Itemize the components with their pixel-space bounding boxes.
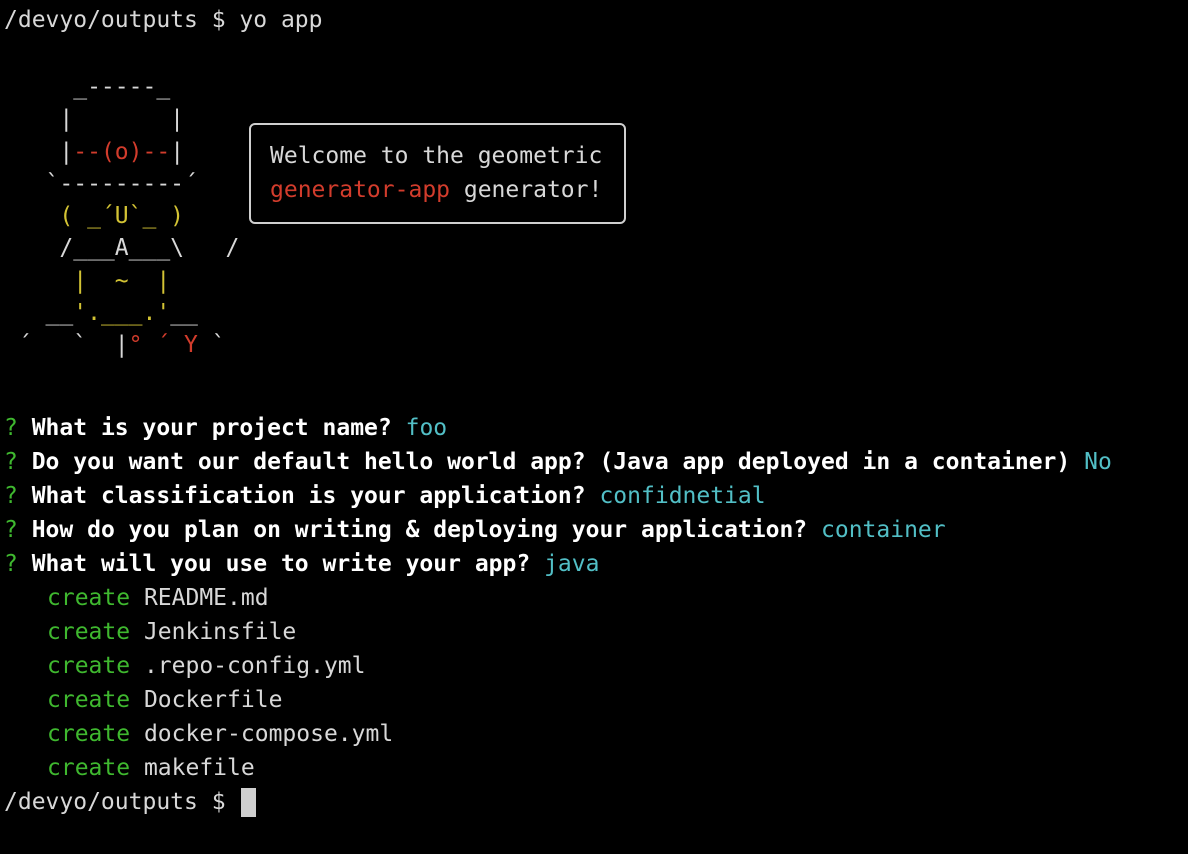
question-line: ? What is your project name? foo bbox=[4, 411, 1112, 445]
command-line: /devyo/outputs $ yo app bbox=[4, 3, 1184, 37]
question-text: What classification is your application? bbox=[17, 483, 600, 509]
ascii-art-line: | | bbox=[4, 103, 239, 135]
welcome-text: Welcome to the geometric bbox=[270, 143, 603, 169]
create-file-line: create Jenkinsfile bbox=[4, 615, 1112, 649]
create-file-line: create docker-compose.yml bbox=[4, 717, 1112, 751]
welcome-speech-bubble: Welcome to the geometric generator-app g… bbox=[249, 123, 626, 224]
text-cursor[interactable] bbox=[241, 788, 257, 817]
create-file-line: create makefile bbox=[4, 751, 1112, 785]
ascii-segment: ` bbox=[197, 332, 226, 359]
ascii-segment: _-----_ bbox=[4, 74, 171, 100]
answer-text: java bbox=[544, 551, 600, 577]
ascii-art-line: `---------´ bbox=[4, 168, 239, 200]
ascii-art-line: ( _´U`_ ) bbox=[4, 200, 239, 232]
create-file-line: create .repo-config.yml bbox=[4, 649, 1112, 683]
question-line: ? What classification is your applicatio… bbox=[4, 479, 1112, 513]
answer-text: confidnetial bbox=[599, 483, 766, 509]
created-file-name: Jenkinsfile bbox=[130, 619, 297, 645]
yeoman-ascii-art: _-----_ | | |--(o)--| `---------´ ( _´U`… bbox=[4, 71, 240, 362]
ascii-segment: /___A___\ / bbox=[4, 235, 240, 262]
create-action: create bbox=[47, 585, 131, 611]
shell-prompt: /devyo/outputs $ bbox=[4, 789, 240, 815]
ascii-segment: ´ ` | bbox=[4, 332, 129, 359]
shell-prompt: /devyo/outputs $ bbox=[4, 7, 240, 33]
question-text: What will you use to write your app? bbox=[17, 551, 545, 577]
ascii-segment: | ~ | bbox=[4, 267, 171, 294]
ascii-art-line: | ~ | bbox=[4, 265, 239, 297]
create-file-line: create Dockerfile bbox=[4, 683, 1112, 717]
question-line: ? How do you plan on writing & deploying… bbox=[4, 513, 1112, 547]
question-text: How do you plan on writing & deploying y… bbox=[17, 517, 821, 543]
created-file-name: Dockerfile bbox=[130, 687, 283, 713]
answer-text: No bbox=[1084, 449, 1112, 475]
create-file-line: create README.md bbox=[4, 581, 1112, 615]
question-mark: ? bbox=[4, 483, 18, 509]
create-action: create bbox=[47, 755, 131, 781]
question-line: ? What will you use to write your app? j… bbox=[4, 547, 1112, 581]
ascii-art-line: |--(o)--| bbox=[4, 136, 239, 168]
ascii-segment: __ bbox=[4, 300, 74, 327]
question-mark: ? bbox=[4, 517, 18, 543]
ascii-segment: | bbox=[4, 138, 74, 165]
answer-text: foo bbox=[405, 415, 448, 441]
question-text: Do you want our default hello world app?… bbox=[17, 449, 1085, 475]
ascii-segment: `---------´ bbox=[4, 170, 198, 197]
command-text: yo app bbox=[239, 7, 323, 33]
answer-text: container bbox=[821, 517, 946, 543]
question-line: ? Do you want our default hello world ap… bbox=[4, 445, 1112, 479]
ascii-segment: --(o)-- bbox=[73, 138, 171, 165]
create-action: create bbox=[47, 687, 131, 713]
create-action: create bbox=[47, 653, 131, 679]
question-mark: ? bbox=[4, 415, 18, 441]
create-action: create bbox=[47, 619, 131, 645]
ascii-art-line: /___A___\ / bbox=[4, 232, 239, 264]
final-prompt-line[interactable]: /devyo/outputs $ bbox=[4, 785, 1112, 819]
ascii-segment: __ bbox=[170, 300, 198, 327]
created-file-name: makefile bbox=[130, 755, 255, 781]
create-action: create bbox=[47, 721, 131, 747]
ascii-segment: | bbox=[170, 138, 185, 165]
welcome-line-1: Welcome to the geometric bbox=[270, 139, 624, 173]
created-file-name: docker-compose.yml bbox=[130, 721, 394, 747]
created-file-name: README.md bbox=[130, 585, 269, 611]
terminal-window[interactable]: /devyo/outputs $ yo app bbox=[4, 3, 1184, 37]
ascii-segment: '.___.' bbox=[73, 300, 171, 327]
prompt-output: ? What is your project name? foo ? Do yo… bbox=[4, 411, 1112, 819]
ascii-art-line: _-----_ bbox=[4, 71, 239, 103]
welcome-text: generator! bbox=[450, 177, 603, 203]
ascii-art-line: __'.___.'__ bbox=[4, 297, 239, 329]
welcome-line-2: generator-app generator! bbox=[270, 173, 624, 207]
generator-name: generator-app bbox=[270, 177, 451, 203]
ascii-art-line: ´ ` |° ´ Y ` bbox=[4, 329, 239, 361]
question-mark: ? bbox=[4, 551, 18, 577]
created-file-name: .repo-config.yml bbox=[130, 653, 366, 679]
ascii-segment: ( _´U`_ ) bbox=[4, 203, 185, 230]
question-text: What is your project name? bbox=[17, 415, 406, 441]
ascii-segment: ° ´ Y bbox=[128, 332, 198, 359]
ascii-segment: | | bbox=[4, 106, 185, 133]
question-mark: ? bbox=[4, 449, 18, 475]
